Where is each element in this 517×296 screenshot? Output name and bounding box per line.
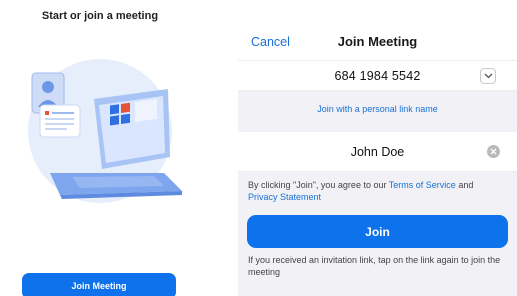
personal-link-name-link[interactable]: Join with a personal link name bbox=[238, 104, 517, 114]
footer-band: By clicking "Join", you agree to our Ter… bbox=[238, 172, 517, 296]
name-field[interactable]: John Doe bbox=[238, 132, 517, 172]
terms-of-service-link[interactable]: Terms of Service bbox=[389, 180, 456, 190]
join-meeting-button[interactable]: Join Meeting bbox=[22, 273, 176, 296]
start-title: Start or join a meeting bbox=[41, 10, 159, 22]
join-button[interactable]: Join bbox=[247, 215, 508, 248]
terms-notice: By clicking "Join", you agree to our Ter… bbox=[248, 179, 510, 203]
personal-link-band: Join with a personal link name bbox=[238, 91, 517, 132]
start-panel: Start or join a meeting Join Meeting bbox=[0, 0, 200, 296]
meeting-id-field[interactable]: 684 1984 5542 bbox=[238, 60, 517, 91]
join-meeting-illustration bbox=[28, 59, 182, 203]
join-meeting-panel: Cancel Join Meeting 684 1984 5542 Join w… bbox=[238, 0, 517, 296]
clear-icon[interactable] bbox=[487, 145, 500, 158]
privacy-statement-link[interactable]: Privacy Statement bbox=[248, 192, 321, 202]
name-value[interactable]: John Doe bbox=[238, 145, 517, 159]
meeting-id-value[interactable]: 684 1984 5542 bbox=[238, 69, 517, 83]
nav-bar: Cancel Join Meeting bbox=[238, 28, 517, 58]
terms-prefix: By clicking "Join", you agree to our bbox=[248, 180, 389, 190]
terms-middle: and bbox=[455, 180, 474, 190]
invitation-hint: If you received an invitation link, tap … bbox=[248, 255, 501, 277]
page-title: Join Meeting bbox=[337, 34, 418, 49]
chevron-down-icon[interactable] bbox=[480, 68, 496, 84]
